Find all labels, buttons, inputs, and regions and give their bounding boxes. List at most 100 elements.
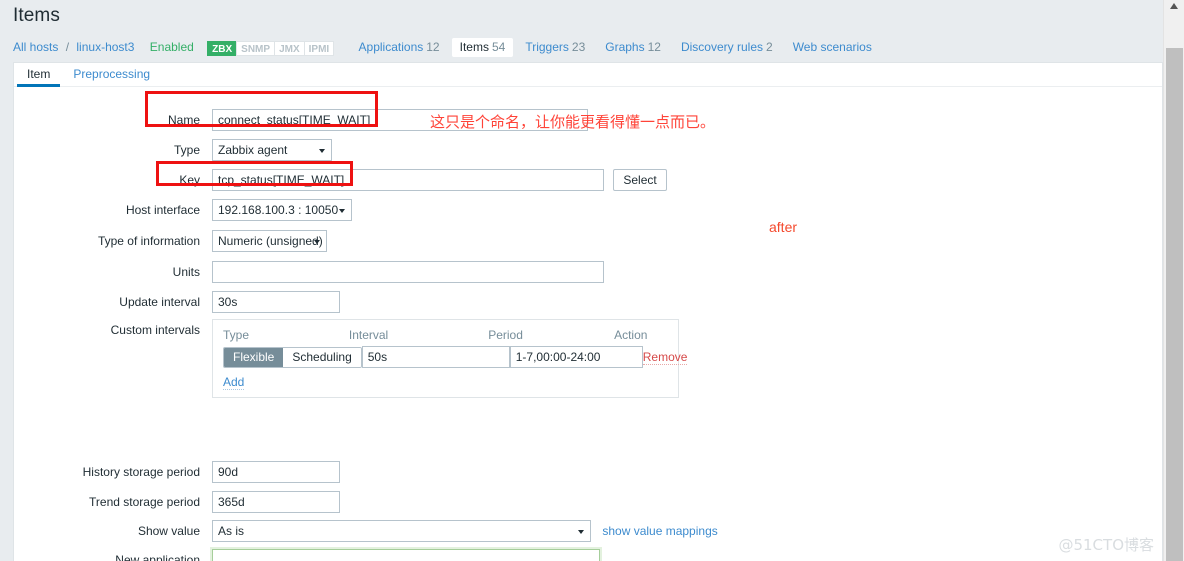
chevron-down-icon [578, 529, 584, 534]
nav-tab-discovery-rules[interactable]: Discovery rules 2 [673, 38, 781, 57]
key-select-button[interactable]: Select [613, 169, 667, 191]
breadcrumb-bar: All hosts / linux-host3 Enabled ZBX SNMP J… [0, 33, 1163, 62]
nav-tab-items-label: Items [459, 40, 489, 55]
label-name: Name [167, 113, 200, 127]
control-trend-storage-period [212, 491, 340, 513]
nav-tab-triggers-count: 23 [571, 40, 586, 55]
column-header-type: Type [223, 328, 250, 342]
nav-tab-applications[interactable]: Applications 12 [351, 38, 448, 57]
tab-preprocessing[interactable]: Preprocessing [63, 63, 160, 87]
annotation-text-after: after [769, 219, 798, 235]
custom-intervals-add-row: Add [223, 375, 668, 390]
control-show-value: As is show value mappings [212, 520, 718, 542]
key-input[interactable] [212, 169, 604, 191]
field-row-host-interface: Host interface 192.168.100.3 : 10050 [14, 199, 1162, 221]
nav-tab-triggers[interactable]: Triggers 23 [517, 38, 593, 57]
control-history-storage-period [212, 461, 340, 483]
control-host-interface: 192.168.100.3 : 10050 [212, 199, 352, 221]
type-select[interactable]: Zabbix agent [212, 139, 332, 161]
interval-type-toggle[interactable]: Flexible Scheduling [223, 346, 362, 368]
interval-type-scheduling[interactable]: Scheduling [283, 347, 361, 367]
custom-intervals-table: Type Interval Period Action Flexible Sche… [212, 319, 688, 398]
label-type-of-information: Type of information [97, 234, 200, 248]
nav-tab-discovery-rules-count: 2 [766, 40, 773, 55]
label-key: Key [179, 173, 200, 187]
field-row-trend-storage-period: Trend storage period [14, 491, 1162, 513]
custom-interval-row: FlexibleScheduling Remove [223, 346, 688, 368]
interface-badges: ZBX SNMP JMX IPMI [207, 33, 335, 62]
host-interface-select-value: 192.168.100.3 : 10050 [218, 203, 339, 217]
nav-tab-applications-count: 12 [426, 40, 440, 55]
page-title: Items [13, 5, 60, 26]
nav-tab-web-scenarios[interactable]: Web scenarios [785, 38, 880, 57]
tab-item[interactable]: Item [17, 63, 61, 87]
field-row-type: Type Zabbix agent [14, 139, 1162, 161]
nav-tab-graphs-count: 12 [647, 40, 661, 55]
cell-type: Flexible Scheduling [223, 346, 362, 368]
label-update-interval: Update interval [119, 295, 200, 309]
nav-tab-items[interactable]: Items 54 [451, 38, 514, 58]
field-row-key: Key Select [14, 169, 1162, 191]
label-new-application: New application [115, 553, 200, 561]
page-scrollbar[interactable] [1163, 0, 1184, 561]
new-application-input[interactable] [212, 549, 600, 561]
control-update-interval [212, 291, 340, 313]
field-row-type-of-information: Type of information Numeric (unsigned) [14, 230, 1162, 252]
history-storage-period-input[interactable] [212, 461, 340, 483]
host-interface-select[interactable]: 192.168.100.3 : 10050 [212, 199, 352, 221]
breadcrumb-host[interactable]: linux-host3 [76, 40, 134, 54]
label-trend-storage-period: Trend storage period [89, 495, 200, 509]
cell-interval [361, 346, 510, 368]
nav-tab-applications-label: Applications [358, 40, 424, 55]
item-form-card: ItemPreprocessing Name Type Zabbix agent [13, 62, 1163, 561]
nav-tab-items-count: 54 [491, 40, 506, 55]
field-row-history-storage-period: History storage period [14, 461, 1162, 483]
custom-interval-input[interactable] [361, 346, 510, 368]
custom-period-input[interactable] [509, 346, 643, 368]
nav-tab-graphs-label: Graphs [605, 40, 645, 55]
page-scrollbar-thumb[interactable] [1166, 48, 1183, 561]
field-row-update-interval: Update interval [14, 291, 1162, 313]
annotation-text-name-note: 这只是个命名，让你能更看得懂一点而已。 [430, 113, 716, 131]
show-value-select-value: As is [218, 524, 245, 538]
units-input[interactable] [212, 261, 604, 283]
type-select-value: Zabbix agent [218, 143, 288, 157]
add-interval-link[interactable]: Add [223, 375, 245, 390]
nav-tab-graphs[interactable]: Graphs 12 [597, 38, 669, 57]
page-header: Items [0, 0, 1163, 33]
label-type: Type [173, 143, 200, 157]
type-of-information-select[interactable]: Numeric (unsigned) [212, 230, 327, 252]
breadcrumb: All hosts / linux-host3 Enabled ZBX SNMP J… [13, 33, 884, 62]
label-units: Units [172, 265, 200, 279]
control-custom-intervals: Type Interval Period Action Flexible Sche… [212, 319, 688, 398]
host-status: Enabled [149, 40, 194, 54]
control-new-application [212, 549, 600, 561]
cell-action: Remove [642, 350, 688, 365]
column-header-interval: Interval [348, 328, 389, 342]
control-key: Select [212, 169, 667, 191]
interface-badge-snmp: SNMP [236, 40, 276, 56]
chevron-down-icon [314, 239, 320, 244]
scroll-up-arrow-icon[interactable] [1170, 3, 1178, 9]
update-interval-input[interactable] [212, 291, 340, 313]
column-header-action: Action [614, 328, 648, 342]
trend-storage-period-input[interactable] [212, 491, 340, 513]
field-row-units: Units [14, 261, 1162, 283]
custom-intervals-header: Type Interval Period Action [223, 328, 668, 342]
form-tab-strip: Item Preprocessing [14, 63, 1162, 87]
nav-tab-triggers-label: Triggers [525, 40, 569, 55]
show-value-select[interactable]: As is [212, 520, 591, 542]
interface-badge-ipmi: IPMI [303, 40, 335, 56]
label-host-interface: Host interface [125, 203, 200, 217]
host-nav-tabs: Applications 12 Items 54 Triggers 23 Graphs 12 D… [351, 33, 884, 62]
remove-interval-link[interactable]: Remove [642, 350, 688, 365]
control-type: Zabbix agent [212, 139, 332, 161]
show-value-mappings-link[interactable]: show value mappings [602, 524, 717, 538]
interval-type-flexible[interactable]: Flexible [224, 347, 284, 367]
field-row-show-value: Show value As is show value mappings [14, 520, 1162, 542]
control-units [212, 261, 604, 283]
breadcrumb-all-hosts[interactable]: All hosts [13, 40, 58, 54]
breadcrumb-separator: / [65, 40, 70, 54]
chevron-down-icon [339, 208, 345, 213]
nav-tab-discovery-rules-label: Discovery rules [680, 40, 763, 55]
